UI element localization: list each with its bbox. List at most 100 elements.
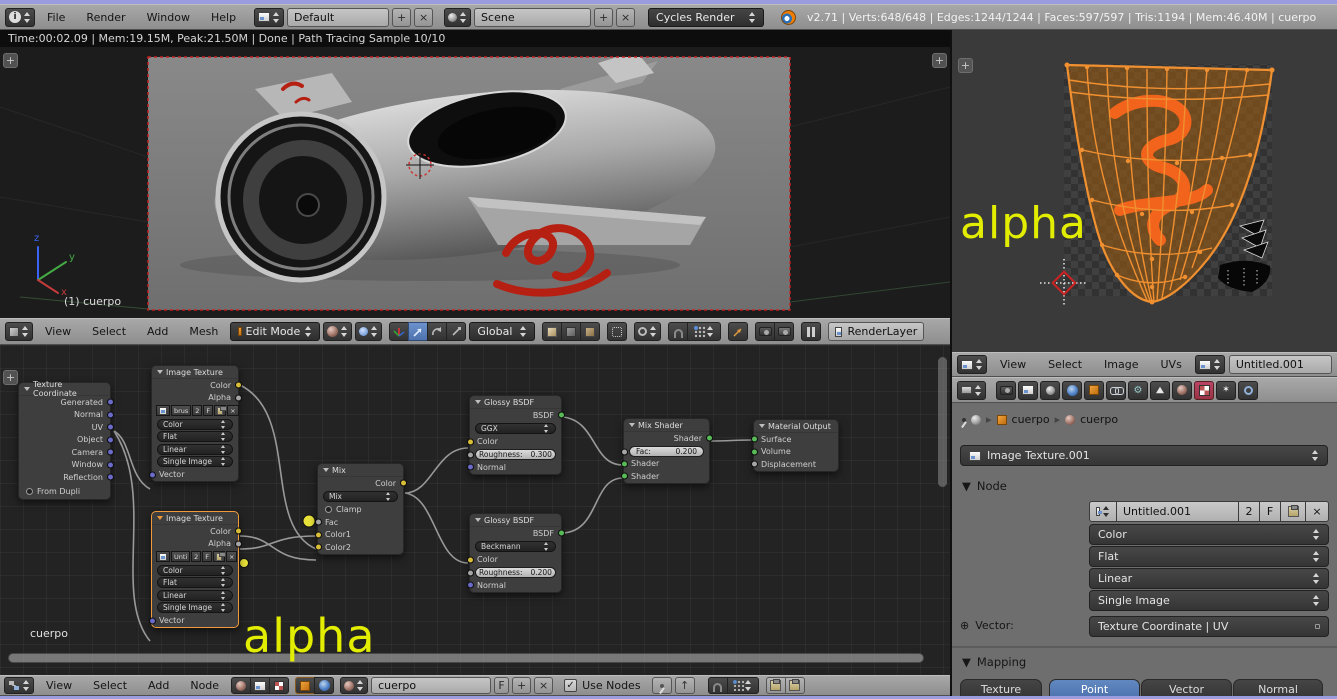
manipulator-axes-button[interactable]	[389, 322, 410, 341]
image-browse-button[interactable]	[156, 551, 170, 562]
projection-select[interactable]: Flat	[157, 431, 233, 442]
render-layer-select[interactable]: RenderLayer	[828, 322, 925, 341]
viewport-region-expand-button[interactable]: +	[3, 53, 18, 68]
image-name-field[interactable]: Unti	[171, 551, 191, 562]
snap-element-select[interactable]	[687, 322, 722, 341]
users-count-button[interactable]: 2	[1238, 501, 1260, 522]
input-socket-normal[interactable]	[466, 581, 474, 589]
occlude-geometry-button[interactable]	[607, 322, 628, 341]
tab-texture-active[interactable]	[1194, 380, 1214, 400]
input-socket-roughness[interactable]	[466, 569, 474, 577]
interpolation-select[interactable]: Linear	[157, 589, 233, 601]
distribution-select[interactable]: GGX	[475, 423, 556, 434]
image-source-select[interactable]: Single Image	[157, 602, 233, 613]
roughness-slider[interactable]: Roughness: 0.200	[475, 567, 556, 578]
menu-file[interactable]: File	[38, 11, 74, 24]
input-socket-color1[interactable]	[314, 531, 322, 539]
collapse-triangle-icon[interactable]	[157, 516, 163, 520]
clamp-toggle[interactable]: Clamp	[318, 504, 403, 517]
input-socket-fac[interactable]	[620, 448, 628, 455]
menu-view[interactable]: View	[991, 358, 1035, 371]
shader-type-material-button[interactable]	[231, 677, 252, 694]
input-socket-shader2[interactable]	[620, 472, 628, 480]
tab-physics[interactable]	[1238, 380, 1258, 400]
pin-icon[interactable]	[962, 417, 966, 422]
input-socket-color[interactable]	[466, 556, 474, 564]
viewport-shading-select[interactable]	[323, 322, 353, 341]
breadcrumb-material[interactable]: cuerpo	[1080, 413, 1118, 426]
snap-peel-button[interactable]	[728, 322, 749, 341]
menu-add[interactable]: Add	[138, 325, 177, 338]
collapse-triangle-icon[interactable]	[475, 400, 481, 404]
input-socket-color[interactable]	[466, 438, 474, 446]
tab-data[interactable]	[1150, 380, 1170, 400]
input-socket-normal[interactable]	[466, 463, 474, 471]
image-browse-button[interactable]	[1194, 355, 1225, 374]
manipulator-scale-button[interactable]	[446, 322, 467, 341]
roughness-slider[interactable]: Roughness: 0.300	[475, 449, 556, 460]
add-layout-button[interactable]: +	[392, 7, 412, 27]
tab-material[interactable]	[1172, 380, 1192, 400]
node-panel-header[interactable]: ▼ Node	[962, 479, 1007, 493]
manipulator-rotate-button[interactable]	[427, 322, 448, 341]
uv-image-editor[interactable]: alpha +	[952, 30, 1337, 352]
output-socket-color[interactable]	[234, 527, 242, 535]
tab-particles[interactable]: ✶	[1216, 380, 1236, 400]
output-socket[interactable]	[106, 473, 114, 481]
pin-button[interactable]	[651, 677, 672, 694]
from-dupli-toggle[interactable]: From Dupli	[19, 484, 110, 499]
unlink-image-button[interactable]: ×	[225, 551, 238, 562]
collapse-triangle-icon[interactable]	[759, 424, 765, 428]
paste-nodes-button[interactable]	[784, 677, 805, 694]
node-mix-shader[interactable]: Mix Shader Shader Fac: 0.200 Shader Shade…	[620, 418, 713, 484]
editor-type-button-3dview[interactable]	[5, 322, 33, 341]
node-glossy-bsdf-2[interactable]: Glossy BSDF BSDF Beckmann Color Roughnes…	[466, 513, 565, 593]
image-browse-button[interactable]	[1089, 501, 1117, 522]
collapse-triangle-icon[interactable]	[629, 423, 635, 427]
tab-constraints[interactable]	[1106, 380, 1126, 400]
image-source-select[interactable]: Single Image	[1089, 590, 1329, 611]
menu-select[interactable]: Select	[84, 679, 136, 692]
output-socket[interactable]	[106, 398, 114, 406]
new-image-button[interactable]	[214, 405, 228, 416]
editor-type-button-info[interactable]: i	[5, 7, 35, 27]
expand-icon[interactable]: ⊕	[960, 619, 969, 632]
menu-help[interactable]: Help	[202, 11, 245, 24]
tab-modifiers[interactable]: ⚙	[1128, 380, 1148, 400]
vector-source-button[interactable]: Texture Coordinate | UV	[1089, 616, 1329, 637]
tab-render-layers[interactable]	[1018, 380, 1038, 400]
pause-render-button[interactable]	[801, 322, 822, 341]
node-glossy-bsdf-1[interactable]: Glossy BSDF BSDF GGX Color Roughness: 0.3…	[466, 395, 565, 475]
unlink-image-button[interactable]: ×	[1305, 501, 1329, 522]
limit-select-visible-button[interactable]	[542, 322, 563, 341]
node-material-output[interactable]: Material Output Surface Volume Displacem…	[750, 419, 839, 472]
copy-nodes-button[interactable]	[765, 677, 786, 694]
unlink-image-button[interactable]: ×	[227, 405, 239, 416]
tab-render[interactable]	[996, 380, 1016, 400]
new-image-button[interactable]	[212, 551, 226, 562]
menu-node[interactable]: Node	[181, 679, 228, 692]
viewport-properties-expand-button[interactable]: +	[932, 53, 947, 68]
input-socket-color2[interactable]	[314, 543, 322, 551]
proportional-edit-select[interactable]	[634, 322, 662, 341]
editor-type-button-image[interactable]	[957, 355, 987, 374]
input-socket-volume[interactable]	[750, 448, 758, 456]
input-socket-displacement[interactable]	[750, 460, 758, 468]
pivot-select[interactable]	[355, 322, 383, 341]
input-socket-surface[interactable]	[750, 435, 758, 443]
image-name-field[interactable]: Untitled.001	[1228, 355, 1332, 374]
output-socket-color[interactable]	[234, 381, 242, 389]
slot-object-button[interactable]	[295, 677, 316, 694]
add-material-button[interactable]: +	[512, 677, 532, 694]
menu-image[interactable]: Image	[1095, 358, 1147, 371]
collapse-triangle-icon[interactable]	[157, 370, 163, 374]
go-to-parent-button[interactable]: ↑	[674, 677, 695, 694]
snap-toggle-button[interactable]	[668, 322, 689, 341]
menu-select[interactable]: Select	[1039, 358, 1091, 371]
scene-icon-button[interactable]	[444, 7, 472, 27]
menu-view[interactable]: View	[36, 325, 80, 338]
projection-select[interactable]: Flat	[157, 577, 233, 588]
tab-object[interactable]	[1084, 380, 1104, 400]
interpolation-select[interactable]: Linear	[157, 443, 233, 455]
editor-type-button-properties[interactable]	[957, 380, 986, 400]
